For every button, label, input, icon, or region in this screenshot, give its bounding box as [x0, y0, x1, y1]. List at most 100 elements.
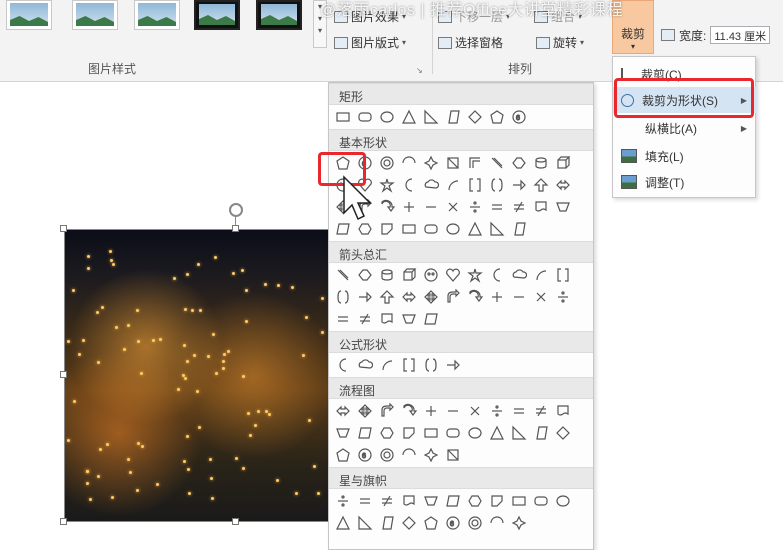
shape-option-icon[interactable] [443, 265, 463, 285]
shape-option-icon[interactable] [377, 401, 397, 421]
shape-option-icon[interactable] [399, 265, 419, 285]
shape-option-icon[interactable] [553, 265, 573, 285]
shape-option-icon[interactable] [509, 401, 529, 421]
shape-option-icon[interactable] [377, 107, 397, 127]
picture-layout-button[interactable]: 图片版式 ▾ [334, 34, 406, 51]
shape-option-icon[interactable] [487, 153, 507, 173]
shape-option-icon[interactable] [465, 175, 485, 195]
picture-style-thumb[interactable] [256, 0, 302, 30]
menu-item-fit[interactable]: 调整(T) [613, 169, 757, 195]
shape-option-icon[interactable] [421, 445, 441, 465]
shape-option-icon[interactable]: 6 [509, 107, 529, 127]
shape-option-icon[interactable] [377, 355, 397, 375]
rotate-handle[interactable] [229, 203, 243, 217]
resize-handle[interactable] [60, 518, 67, 525]
shape-option-icon[interactable] [399, 445, 419, 465]
shape-option-icon[interactable] [355, 265, 375, 285]
dialog-launcher-icon[interactable]: ↘ [416, 66, 423, 75]
shape-option-icon[interactable] [333, 491, 353, 511]
shape-option-icon[interactable] [487, 491, 507, 511]
shape-option-icon[interactable] [399, 197, 419, 217]
shape-option-icon[interactable] [443, 219, 463, 239]
width-input[interactable]: 11.43 厘米 [710, 26, 771, 44]
shape-option-icon[interactable] [509, 153, 529, 173]
shape-option-icon[interactable] [355, 107, 375, 127]
shape-option-icon[interactable] [377, 287, 397, 307]
shape-option-icon[interactable] [531, 265, 551, 285]
resize-handle[interactable] [60, 225, 67, 232]
shape-option-icon[interactable] [465, 107, 485, 127]
shape-option-icon[interactable] [443, 401, 463, 421]
shape-option-icon[interactable] [443, 445, 463, 465]
shape-option-icon[interactable] [509, 513, 529, 533]
shape-option-icon[interactable] [399, 175, 419, 195]
shape-option-icon[interactable] [355, 309, 375, 329]
selected-picture[interactable] [64, 229, 336, 522]
shape-option-icon[interactable] [443, 197, 463, 217]
shape-option-icon[interactable] [531, 401, 551, 421]
shape-option-icon[interactable] [465, 153, 485, 173]
shape-option-icon[interactable] [509, 287, 529, 307]
shape-option-icon[interactable] [553, 197, 573, 217]
shape-option-icon[interactable] [399, 423, 419, 443]
shape-option-icon[interactable] [531, 491, 551, 511]
shape-option-icon[interactable] [465, 265, 485, 285]
shape-option-icon[interactable] [509, 491, 529, 511]
shape-option-icon[interactable] [399, 513, 419, 533]
shape-option-icon[interactable] [553, 175, 573, 195]
resize-handle[interactable] [60, 371, 67, 378]
shape-option-icon[interactable] [377, 219, 397, 239]
shape-option-icon[interactable] [465, 513, 485, 533]
shape-option-icon[interactable] [509, 175, 529, 195]
shape-option-icon[interactable] [443, 355, 463, 375]
shape-option-icon[interactable] [333, 309, 353, 329]
shape-option-icon[interactable] [509, 219, 529, 239]
shape-option-icon[interactable] [333, 287, 353, 307]
shape-option-icon[interactable] [355, 423, 375, 443]
shape-option-icon[interactable] [421, 219, 441, 239]
shape-option-icon[interactable] [333, 355, 353, 375]
shape-option-icon[interactable] [443, 175, 463, 195]
shape-option-icon[interactable] [377, 175, 397, 195]
shape-option-icon[interactable] [553, 491, 573, 511]
shape-option-icon[interactable] [421, 401, 441, 421]
shape-option-icon[interactable] [553, 423, 573, 443]
shape-option-icon[interactable] [333, 401, 353, 421]
shape-option-icon[interactable] [531, 175, 551, 195]
shape-option-icon[interactable] [399, 107, 419, 127]
shape-option-icon[interactable] [333, 423, 353, 443]
menu-item-fill[interactable]: 填充(L) [613, 143, 757, 169]
shape-option-icon[interactable] [487, 287, 507, 307]
shape-option-icon[interactable] [377, 423, 397, 443]
shape-option-icon[interactable] [421, 355, 441, 375]
shape-option-icon[interactable] [509, 265, 529, 285]
picture-style-thumb[interactable] [134, 0, 180, 30]
picture-style-thumb[interactable] [194, 0, 240, 30]
resize-handle[interactable] [232, 225, 239, 232]
shape-option-icon[interactable] [465, 197, 485, 217]
shape-option-icon[interactable] [443, 107, 463, 127]
picture-style-thumb[interactable] [72, 0, 118, 30]
shape-option-icon[interactable] [399, 219, 419, 239]
shape-option-icon[interactable] [355, 287, 375, 307]
shape-option-icon[interactable] [553, 401, 573, 421]
shape-option-icon[interactable] [377, 491, 397, 511]
rotate-button[interactable]: 旋转 ▾ [536, 34, 584, 51]
shape-option-icon[interactable] [355, 401, 375, 421]
shape-option-icon[interactable] [399, 355, 419, 375]
shape-option-icon[interactable] [443, 491, 463, 511]
shape-option-icon[interactable] [399, 401, 419, 421]
shape-option-icon[interactable] [377, 265, 397, 285]
shape-option-icon[interactable] [487, 107, 507, 127]
shape-option-icon[interactable] [399, 309, 419, 329]
shape-option-icon[interactable] [421, 265, 441, 285]
menu-item-aspect-ratio[interactable]: 纵横比(A) ▶ [613, 115, 757, 141]
shape-option-icon[interactable] [487, 175, 507, 195]
shape-option-icon[interactable] [443, 153, 463, 173]
shape-option-icon[interactable] [465, 423, 485, 443]
shape-option-icon[interactable] [421, 309, 441, 329]
shape-option-icon[interactable] [531, 287, 551, 307]
shape-option-icon[interactable] [531, 153, 551, 173]
shape-option-icon[interactable] [333, 513, 353, 533]
shape-option-icon[interactable] [355, 491, 375, 511]
